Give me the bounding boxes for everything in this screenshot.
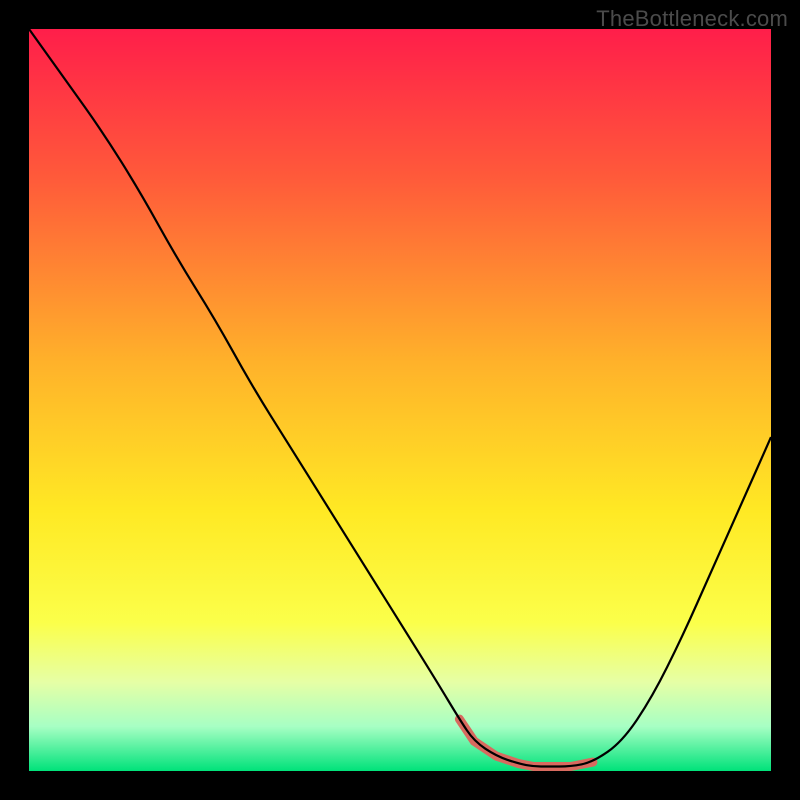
highlight-segment bbox=[459, 719, 593, 766]
bottleneck-curve bbox=[29, 29, 771, 767]
chart-frame: TheBottleneck.com bbox=[0, 0, 800, 800]
curve-layer bbox=[29, 29, 771, 771]
watermark-text: TheBottleneck.com bbox=[596, 6, 788, 32]
